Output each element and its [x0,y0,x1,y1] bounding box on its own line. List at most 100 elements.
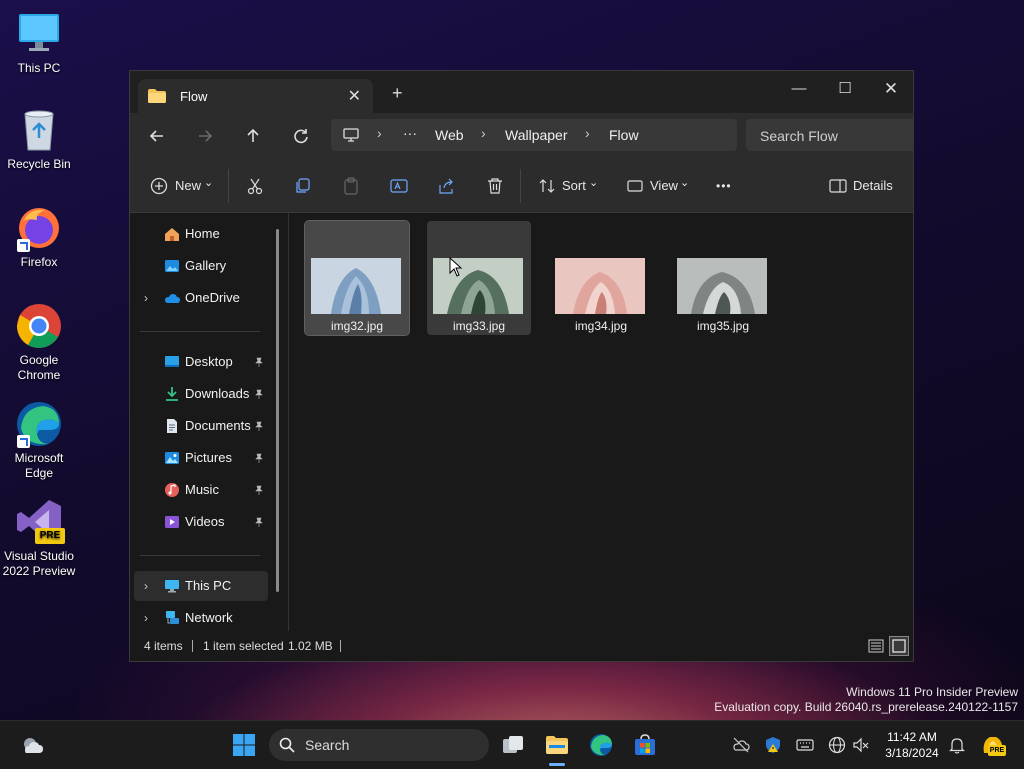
sidebar-item-network[interactable]: › Network [134,603,268,633]
breadcrumb-overflow[interactable]: ··· [403,125,417,141]
tab-close-icon[interactable]: ✕ [348,86,361,106]
sidebar-item-desktop[interactable]: Desktop [134,347,268,377]
desktop-folder-icon [164,354,180,370]
gallery-icon [164,258,180,274]
sidebar-item-label: Downloads [185,386,250,401]
breadcrumb-wallpaper[interactable]: Wallpaper [505,127,568,143]
notification-bell-icon[interactable] [948,736,966,754]
download-icon [164,386,180,402]
maximize-button[interactable]: ☐ [822,75,868,103]
sidebar-item-label: OneDrive [185,290,240,305]
view-button[interactable]: View ⌄ [626,173,692,199]
sidebar-item-this-pc[interactable]: › This PC [134,571,268,601]
image-thumbnail [555,258,645,314]
breadcrumb-flow[interactable]: Flow [609,127,639,143]
new-tab-button[interactable]: + [392,83,403,104]
sidebar-item-gallery[interactable]: Gallery [134,251,268,281]
clock-time: 11:42 AM [887,730,937,744]
rename-icon [390,179,408,193]
sidebar-divider [140,555,260,556]
pictures-icon [164,450,180,466]
task-view-icon[interactable] [501,733,525,757]
desktop-icon-this-pc[interactable]: This PC [0,10,78,76]
share-button[interactable] [438,173,458,199]
expand-chevron-icon[interactable]: › [144,571,148,601]
file-name: img34.jpg [574,319,628,333]
title-bar: Flow ✕ + — ☐ ✕ [130,71,913,113]
breadcrumb-web[interactable]: Web [435,127,464,143]
expand-chevron-icon[interactable]: › [144,283,148,313]
firefox-icon [15,204,63,252]
visual-studio-icon: PRE [15,498,65,546]
navigation-pane: Home Gallery › OneDrive Desktop Download… [130,213,288,631]
details-button[interactable]: Details [829,173,893,199]
refresh-icon[interactable] [290,125,312,147]
folder-icon [148,89,166,103]
sidebar-item-videos[interactable]: Videos [134,507,268,537]
breadcrumb-separator: › [377,125,382,141]
system-clock[interactable]: 11:42 AM 3/18/2024 [880,729,944,761]
file-item[interactable]: img34.jpg [549,221,653,335]
address-bar[interactable]: › ··· Web › Wallpaper › Flow [331,119,737,151]
rename-button[interactable] [390,173,410,199]
keyboard-icon[interactable] [796,736,814,754]
cut-button[interactable] [246,173,266,199]
start-button-windows-icon[interactable] [232,733,256,757]
desktop-icon-visual-studio[interactable]: PRE Visual Studio 2022 Preview [0,498,78,579]
copilot-icon[interactable]: PRE [980,733,1006,757]
details-view-icon[interactable] [868,638,884,654]
shortcut-arrow-icon [17,435,30,448]
sidebar-divider [140,331,260,332]
desktop-icon-edge[interactable]: Microsoft Edge [0,400,78,481]
sidebar-item-music[interactable]: Music [134,475,268,505]
security-shield-icon[interactable] [764,736,782,754]
desktop-icon-chrome[interactable]: Google Chrome [0,302,78,383]
microsoft-store-icon[interactable] [633,733,657,757]
pin-icon [254,475,264,495]
paste-button[interactable] [342,173,362,199]
desktop-icon-recycle-bin[interactable]: Recycle Bin [0,106,78,172]
new-button[interactable]: New ⌄ [150,173,216,199]
more-options-button[interactable]: ••• [716,173,736,199]
forward-arrow-icon[interactable] [194,125,216,147]
sort-button[interactable]: Sort ⌄ [538,173,600,199]
back-arrow-icon[interactable] [146,125,168,147]
status-bar: 4 items 1 item selected 1.02 MB [130,631,913,661]
up-arrow-icon[interactable] [242,125,264,147]
search-input[interactable] [746,119,922,153]
details-button-label: Details [853,178,893,193]
file-item[interactable]: img35.jpg [671,221,775,335]
delete-button[interactable] [486,173,506,199]
sidebar-item-home[interactable]: Home [134,219,268,249]
weather-icon[interactable] [20,733,44,757]
edge-taskbar-icon[interactable] [589,733,613,757]
file-explorer-taskbar-icon[interactable] [545,733,569,757]
sidebar-item-label: Videos [185,514,225,529]
desktop-icon-firefox[interactable]: Firefox [0,204,78,270]
command-bar: New ⌄ Sort ⌄ View ⌄ ••• Details [130,159,913,213]
volume-muted-icon[interactable] [852,736,870,754]
file-item[interactable]: img33.jpg [427,221,531,335]
search-box[interactable] [746,119,922,153]
chevron-down-icon: ⌄ [204,177,214,189]
taskbar-search[interactable]: Search [269,729,489,761]
monitor-icon [164,578,180,594]
file-item[interactable]: img32.jpg [304,220,410,336]
status-separator [340,640,341,652]
tab-flow[interactable]: Flow ✕ [138,79,373,113]
copy-button[interactable] [294,173,314,199]
sidebar-item-pictures[interactable]: Pictures [134,443,268,473]
sidebar-item-onedrive[interactable]: › OneDrive [134,283,268,313]
sidebar-scrollbar[interactable] [276,229,279,592]
large-icons-view-icon[interactable] [889,636,909,656]
minimize-button[interactable]: — [776,75,822,103]
sidebar-item-downloads[interactable]: Downloads [134,379,268,409]
network-globe-icon[interactable] [828,736,846,754]
sidebar-item-documents[interactable]: Documents [134,411,268,441]
plus-circle-icon [150,177,168,195]
onedrive-tray-icon[interactable] [732,736,750,754]
close-button[interactable]: ✕ [868,75,914,103]
clipboard-icon [344,177,358,195]
file-name: img33.jpg [452,319,506,333]
expand-chevron-icon[interactable]: › [144,603,148,633]
